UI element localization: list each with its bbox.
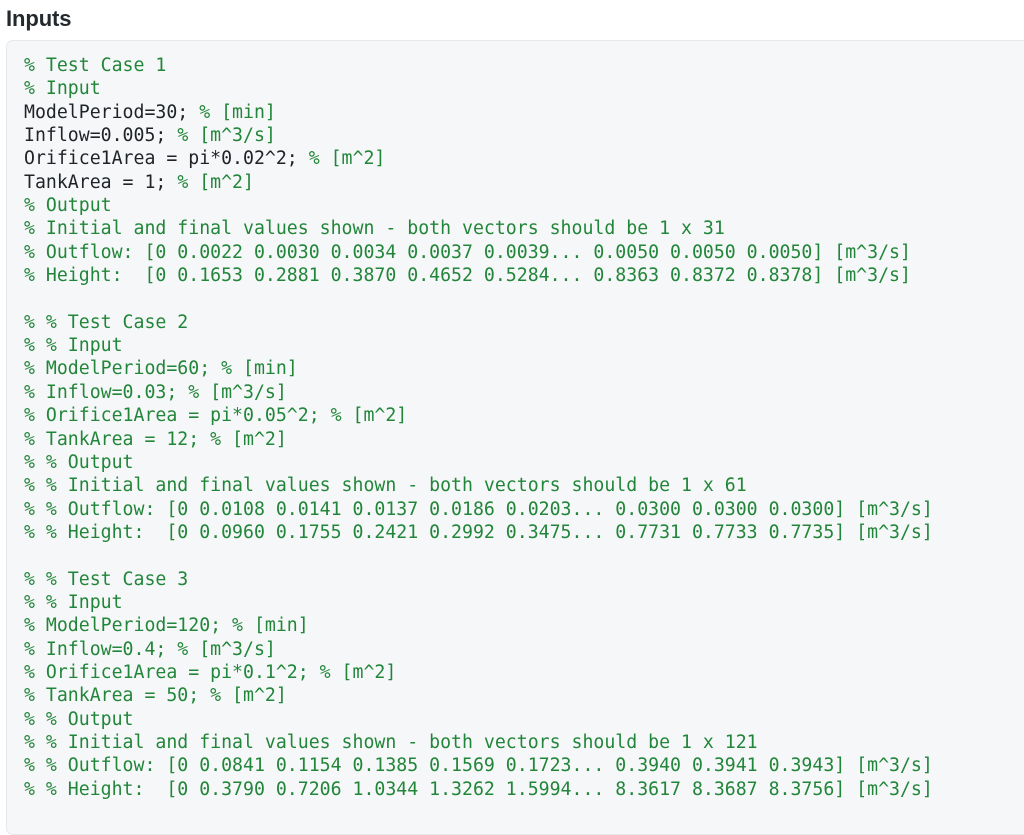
comment-token: % Inflow=0.4; % [m^3/s] — [24, 638, 276, 660]
code-lines-container: % Test Case 1% Input ModelPeriod=30; % [m… — [24, 54, 1024, 801]
comment-token: % Inflow=0.03; % [m^3/s] — [24, 381, 287, 403]
comment-token: % Test Case 1 — [24, 55, 167, 76]
code-line: % Outflow: [0 0.0022 0.0030 0.0034 0.003… — [24, 241, 1024, 264]
comment-token: % TankArea = 12; % [m^2] — [24, 428, 287, 450]
code-line: Inflow=0.005; % [m^3/s] — [24, 124, 1024, 147]
code-line: % Inflow=0.03; % [m^3/s] — [24, 381, 1024, 404]
page-title: Inputs — [6, 6, 72, 31]
comment-token: % % Outflow: [0 0.0108 0.0141 0.0137 0.0… — [24, 498, 933, 520]
comment-token: % % Initial and final values shown - bot… — [24, 475, 747, 497]
comment-token: % Input — [24, 78, 101, 100]
code-line: % TankArea = 12; % [m^2] — [24, 428, 1024, 451]
code-token: TankArea = 1; — [24, 171, 178, 193]
code-line: % Orifice1Area = pi*0.05^2; % [m^2] — [24, 404, 1024, 427]
comment-token: % Orifice1Area = pi*0.05^2; % [m^2] — [24, 405, 408, 427]
comment-token: % [m^2] — [177, 171, 254, 193]
code-line: % Output — [24, 194, 1024, 217]
code-line: Orifice1Area = pi*0.02^2; % [m^2] — [24, 147, 1024, 170]
code-line: TankArea = 1; % [m^2] — [24, 171, 1024, 194]
code-line: % % Input — [24, 591, 1024, 614]
comment-token: % [m^3/s] — [177, 125, 276, 147]
comment-token: % Outflow: [0 0.0022 0.0030 0.0034 0.003… — [24, 241, 911, 263]
code-line: % % Input — [24, 334, 1024, 357]
code-token: ModelPeriod=30; — [24, 101, 200, 123]
comment-token: % [min] — [199, 101, 276, 123]
code-line: % Initial and final values shown - both … — [24, 217, 1024, 240]
code-line: % % Test Case 2 — [24, 311, 1024, 334]
comment-token: % Initial and final values shown - both … — [24, 218, 725, 240]
comment-token: % % Input — [24, 335, 123, 357]
comment-token: % % Output — [24, 708, 134, 730]
code-line: % % Test Case 3 — [24, 568, 1024, 591]
comment-token: % Output — [24, 195, 112, 217]
code-line: % % Height: [0 0.0960 0.1755 0.2421 0.29… — [24, 521, 1024, 544]
comment-token: % ModelPeriod=60; % [min] — [24, 358, 298, 380]
code-line: % Test Case 1 — [24, 54, 1024, 77]
code-line: % Orifice1Area = pi*0.1^2; % [m^2] — [24, 661, 1024, 684]
code-line: % Input — [24, 77, 1024, 100]
comment-token: % % Initial and final values shown - bot… — [24, 731, 758, 753]
code-block: % Test Case 1% Input ModelPeriod=30; % [m… — [6, 40, 1024, 835]
comment-token: % ModelPeriod=120; % [min] — [24, 615, 309, 637]
code-line: % TankArea = 50; % [m^2] — [24, 684, 1024, 707]
code-line: % % Outflow: [0 0.0108 0.0141 0.0137 0.0… — [24, 498, 1024, 521]
code-line: % % Output — [24, 708, 1024, 731]
comment-token: % TankArea = 50; % [m^2] — [24, 685, 287, 707]
comment-token: % % Test Case 3 — [24, 568, 189, 590]
code-line: % ModelPeriod=120; % [min] — [24, 614, 1024, 637]
comment-token: % % Height: [0 0.0960 0.1755 0.2421 0.29… — [24, 521, 933, 543]
code-line: % % Initial and final values shown - bot… — [24, 474, 1024, 497]
code-line: % Inflow=0.4; % [m^3/s] — [24, 638, 1024, 661]
code-line: % % Height: [0 0.3790 0.7206 1.0344 1.32… — [24, 778, 1024, 801]
comment-token: % [m^2] — [308, 148, 386, 170]
code-line: % ModelPeriod=60; % [min] — [24, 357, 1024, 380]
code-line: % % Outflow: [0 0.0841 0.1154 0.1385 0.1… — [24, 754, 1024, 777]
comment-token: % % Height: [0 0.3790 0.7206 1.0344 1.32… — [24, 778, 933, 800]
code-line: % % Initial and final values shown - bot… — [24, 731, 1024, 754]
code-token: Inflow=0.005; — [24, 125, 178, 147]
code-line: % Height: [0 0.1653 0.2881 0.3870 0.4652… — [24, 264, 1024, 287]
code-token: Orifice1Area = pi*0.02^2; — [24, 148, 309, 170]
code-line: ModelPeriod=30; % [min] — [24, 101, 1024, 124]
comment-token: % Height: [0 0.1653 0.2881 0.3870 0.4652… — [24, 265, 911, 287]
comment-token: % % Input — [24, 591, 123, 613]
comment-token: % % Output — [24, 451, 134, 473]
comment-token: % % Test Case 2 — [24, 311, 189, 333]
code-line: % % Output — [24, 451, 1024, 474]
comment-token: % Orifice1Area = pi*0.1^2; % [m^2] — [24, 661, 397, 683]
page-root: Inputs % Test Case 1% Input ModelPeriod=3… — [0, 0, 1024, 835]
comment-token: % % Outflow: [0 0.0841 0.1154 0.1385 0.1… — [24, 755, 933, 777]
